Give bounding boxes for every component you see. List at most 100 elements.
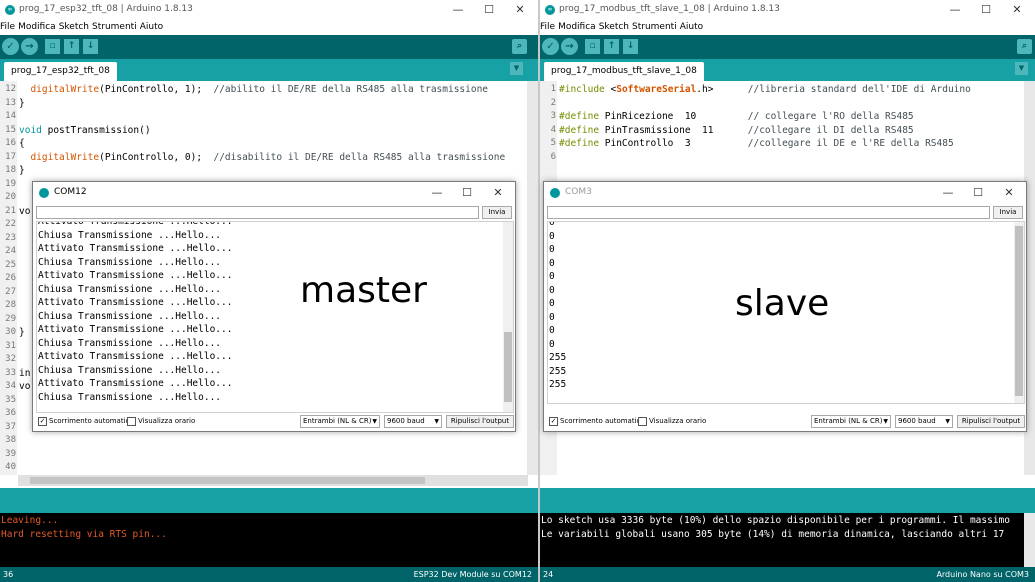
- line-number: 28: [5, 300, 16, 310]
- serial-line: Attivato Transmissione ...Hello...: [38, 351, 233, 362]
- serial-line: 0: [549, 338, 555, 350]
- title-bar: ∞ prog_17_esp32_tft_08 | Arduino 1.8.13 …: [0, 0, 538, 21]
- save-button[interactable]: ↓: [623, 39, 638, 54]
- serial-send-input[interactable]: [547, 206, 990, 219]
- open-button[interactable]: ↑: [64, 39, 79, 54]
- serial-monitor-button[interactable]: ⌕: [512, 39, 527, 54]
- line-number: 14: [5, 111, 16, 121]
- menu-sketch[interactable]: Sketch: [59, 21, 92, 32]
- menu-modifica[interactable]: Modifica: [18, 21, 59, 32]
- footer-bar: 36 ESP32 Dev Module su COM12: [0, 567, 538, 582]
- serial-line: Chiusa Transmissione ...Hello...: [38, 283, 222, 295]
- clear-output-button[interactable]: Ripulisci l'output: [446, 415, 514, 428]
- code-text: #define PinTrasmissione 11 //collegare i…: [559, 124, 914, 136]
- line-number: 21: [5, 205, 16, 216]
- send-button[interactable]: Invia: [993, 206, 1023, 219]
- upload-button[interactable]: →: [21, 38, 38, 55]
- title-bar: ∞ prog_17_modbus_tft_slave_1_08 | Arduin…: [540, 0, 1035, 21]
- console-scrollbar[interactable]: [1024, 513, 1035, 567]
- clear-output-button[interactable]: Ripulisci l'output: [957, 415, 1025, 428]
- baud-select[interactable]: 9600 baud ▼: [384, 415, 442, 428]
- serial-options: ✓ Scorrimento automatico Visualizza orar…: [36, 415, 514, 429]
- code-text: void postTransmission(): [19, 124, 151, 136]
- timestamp-checkbox[interactable]: [638, 417, 647, 426]
- close-button[interactable]: ✕: [505, 2, 535, 18]
- serial-output-scrollbar[interactable]: [503, 222, 513, 412]
- maximize-button[interactable]: ☐: [964, 185, 992, 201]
- serial-monitor-master: COM12 — ☐ ✕ Invia Attivato Transmissione…: [32, 181, 516, 432]
- line-number: 26: [5, 273, 16, 283]
- menu-strumenti[interactable]: Strumenti: [632, 21, 680, 32]
- new-button[interactable]: ▫: [585, 39, 600, 54]
- line-number: 3: [550, 111, 556, 121]
- serial-line: 0: [549, 271, 555, 282]
- serial-output-scrollbar[interactable]: [1014, 222, 1024, 403]
- maximize-button[interactable]: ☐: [453, 185, 481, 201]
- code-text: #define PinRicezione 10 // collegare l'R…: [559, 111, 914, 122]
- menu-aiuto[interactable]: Aiuto: [680, 21, 706, 32]
- console-line: Le variabili globali usano 305 byte (14%…: [541, 529, 1005, 540]
- serial-line: 0: [549, 244, 555, 255]
- window-title: prog_17_modbus_tft_slave_1_08 | Arduino …: [559, 4, 780, 14]
- menu-modifica[interactable]: Modifica: [558, 21, 599, 32]
- new-button[interactable]: ▫: [45, 39, 60, 54]
- line-number: 5: [550, 138, 556, 148]
- baud-select[interactable]: 9600 baud ▼: [895, 415, 953, 428]
- autoscroll-checkbox[interactable]: ✓: [38, 417, 47, 426]
- minimize-button[interactable]: —: [940, 2, 970, 18]
- tab-sketch[interactable]: prog_17_esp32_tft_08: [4, 62, 117, 81]
- console-line: Hard resetting via RTS pin...: [1, 529, 167, 540]
- code-text: vo: [19, 381, 31, 392]
- upload-button[interactable]: →: [561, 38, 578, 55]
- board-port-label: ESP32 Dev Module su COM12: [413, 570, 532, 579]
- line-number: 29: [5, 313, 16, 324]
- serial-line: Attivato Transmissione ...Hello...: [38, 297, 233, 308]
- line-ending-select[interactable]: Entrambi (NL & CR) ▼: [300, 415, 380, 428]
- tab-menu-icon[interactable]: ▼: [1015, 62, 1028, 75]
- menu-file[interactable]: File: [0, 21, 18, 32]
- menu-strumenti[interactable]: Strumenti: [92, 21, 140, 32]
- open-button[interactable]: ↑: [604, 39, 619, 54]
- verify-button[interactable]: ✓: [542, 38, 559, 55]
- minimize-button[interactable]: —: [934, 185, 962, 201]
- output-console: Lo sketch usa 3336 byte (10%) dello spaz…: [540, 513, 1035, 567]
- console-line: Leaving...: [1, 515, 59, 526]
- arduino-app-icon: ∞: [5, 5, 15, 15]
- close-button[interactable]: ✕: [1002, 2, 1032, 18]
- code-text: vo: [19, 205, 31, 217]
- maximize-button[interactable]: ☐: [474, 2, 504, 18]
- serial-send-input[interactable]: [36, 206, 479, 219]
- line-ending-select[interactable]: Entrambi (NL & CR) ▼: [811, 415, 891, 428]
- line-number: 1: [550, 84, 556, 94]
- send-button[interactable]: Invia: [482, 206, 512, 219]
- close-button[interactable]: ✕: [995, 185, 1023, 201]
- serial-monitor-button[interactable]: ⌕: [1017, 39, 1032, 54]
- menu-file[interactable]: File: [540, 21, 558, 32]
- editor-horizontal-scrollbar[interactable]: [18, 475, 528, 486]
- scroll-thumb[interactable]: [1015, 226, 1023, 396]
- verify-button[interactable]: ✓: [2, 38, 19, 55]
- serial-line: Chiusa Transmissione ...Hello...: [38, 256, 222, 268]
- line-number: 23: [5, 232, 16, 243]
- line-number: 41: [0, 475, 16, 476]
- tab-menu-icon[interactable]: ▼: [510, 62, 523, 75]
- menu-aiuto[interactable]: Aiuto: [140, 21, 166, 32]
- serial-line: Chiusa Transmissione ...Hello...: [38, 310, 222, 322]
- close-button[interactable]: ✕: [484, 185, 512, 201]
- tab-bar: prog_17_modbus_tft_slave_1_08 ▼: [540, 59, 1035, 81]
- scroll-thumb[interactable]: [504, 332, 512, 402]
- maximize-button[interactable]: ☐: [971, 2, 1001, 18]
- minimize-button[interactable]: —: [443, 2, 473, 18]
- minimize-button[interactable]: —: [423, 185, 451, 201]
- tab-sketch[interactable]: prog_17_modbus_tft_slave_1_08: [544, 62, 704, 81]
- line-number: 19: [5, 178, 16, 189]
- serial-line: Attivato Transmissione ...Hello...: [38, 243, 233, 254]
- line-number: 18: [5, 165, 16, 175]
- editor-vertical-scrollbar[interactable]: [527, 81, 538, 475]
- autoscroll-label: Scorrimento automatico: [49, 417, 134, 425]
- autoscroll-checkbox[interactable]: ✓: [549, 417, 558, 426]
- save-button[interactable]: ↓: [83, 39, 98, 54]
- line-number: 2: [550, 97, 556, 108]
- menu-sketch[interactable]: Sketch: [599, 21, 632, 32]
- timestamp-checkbox[interactable]: [127, 417, 136, 426]
